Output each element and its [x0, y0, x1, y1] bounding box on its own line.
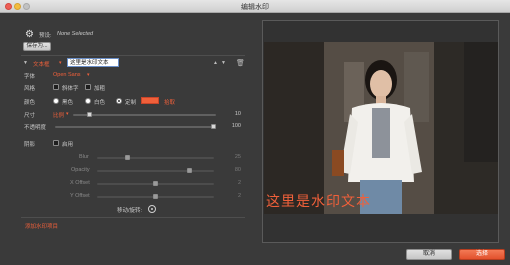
- text-layer-type[interactable]: 文本框: [33, 60, 50, 68]
- black-radio[interactable]: [53, 98, 59, 104]
- chevron-down-icon[interactable]: ▾: [66, 111, 69, 117]
- window-title: 编辑水印: [241, 4, 269, 11]
- preset-label: 预设:: [39, 33, 52, 39]
- italic-checkbox[interactable]: [53, 84, 59, 90]
- choose-button[interactable]: 选择: [459, 249, 505, 260]
- save-as-button[interactable]: 保存为...: [23, 42, 51, 51]
- chevron-down-icon[interactable]: ▾: [59, 60, 62, 66]
- bold-checkbox[interactable]: [85, 84, 91, 90]
- move-up-icon[interactable]: ▲: [213, 60, 218, 66]
- opacity-slider-thumb[interactable]: [211, 124, 216, 129]
- watermark-text-input[interactable]: 这里是水印文本: [67, 58, 119, 67]
- gear-icon[interactable]: ⚙: [25, 30, 34, 40]
- shadow-enable-label: 启用: [62, 142, 74, 148]
- bold-label: 加粗: [94, 86, 106, 92]
- settings-panel: ⚙ 预设: None Selected 保存为... ▼ 文本框 ▾ 这里是水印…: [15, 22, 247, 242]
- divider: [21, 55, 245, 56]
- x-offset-value: 2: [237, 180, 241, 186]
- size-slider-track[interactable]: [73, 114, 216, 116]
- italic-label: 斜体字: [62, 86, 79, 92]
- color-swatch[interactable]: [141, 97, 159, 104]
- x-offset-label: X Offset: [70, 180, 90, 186]
- watermark-text[interactable]: 这里是水印文本: [266, 191, 371, 211]
- blur-label: Blur: [79, 154, 89, 160]
- shadow-opacity-slider-track[interactable]: [97, 170, 214, 172]
- x-offset-slider-thumb[interactable]: [153, 181, 158, 186]
- y-offset-label: Y Offset: [70, 193, 90, 199]
- opacity-value: 100: [231, 123, 241, 129]
- cancel-button[interactable]: 取消: [406, 249, 452, 260]
- add-watermark-link[interactable]: 添加水印项目: [25, 222, 58, 230]
- preview-image: 这里是水印文本: [264, 42, 498, 214]
- size-label: 尺寸: [24, 113, 36, 119]
- shadow-opacity-value: 80: [234, 167, 241, 173]
- move-down-icon[interactable]: ▼: [221, 60, 226, 66]
- chevron-down-icon[interactable]: ▾: [87, 72, 90, 78]
- title-bar: 编辑水印: [0, 0, 510, 13]
- size-value: 10: [234, 111, 241, 117]
- white-radio[interactable]: [85, 98, 91, 104]
- size-mode-select[interactable]: 比例: [53, 111, 64, 119]
- size-slider-thumb[interactable]: [86, 112, 92, 117]
- divider: [21, 217, 245, 218]
- preset-value: None Selected: [57, 31, 94, 37]
- photo-illustration: [264, 42, 498, 214]
- shadow-opacity-slider-thumb[interactable]: [186, 168, 192, 173]
- shadow-label: 阴影: [24, 142, 36, 148]
- y-offset-value: 2: [237, 193, 241, 199]
- opacity-slider-track[interactable]: [55, 126, 216, 128]
- font-select[interactable]: Open Sans: [53, 72, 81, 78]
- style-label: 风格: [24, 86, 36, 92]
- color-label: 颜色: [24, 100, 36, 106]
- custom-label: 定制: [125, 100, 137, 106]
- shadow-enable-checkbox[interactable]: [53, 140, 59, 146]
- blur-value: 25: [234, 154, 241, 160]
- trash-icon[interactable]: 🗑: [236, 59, 245, 67]
- blur-slider-track[interactable]: [97, 157, 214, 159]
- opacity-label: 不透明度: [24, 125, 47, 131]
- white-label: 白色: [94, 100, 106, 106]
- move-rotate-label: 移动/旋转:: [117, 208, 143, 214]
- font-label: 字体: [24, 74, 36, 80]
- shadow-opacity-label: Opacity: [71, 167, 90, 173]
- move-rotate-icon[interactable]: [148, 205, 156, 213]
- custom-radio[interactable]: [116, 98, 122, 104]
- black-label: 黑色: [62, 100, 74, 106]
- y-offset-slider-thumb[interactable]: [153, 194, 158, 199]
- collapse-arrow-icon[interactable]: ▼: [23, 60, 28, 66]
- blur-slider-thumb[interactable]: [125, 155, 130, 160]
- pick-color-link[interactable]: 拾取: [164, 98, 175, 106]
